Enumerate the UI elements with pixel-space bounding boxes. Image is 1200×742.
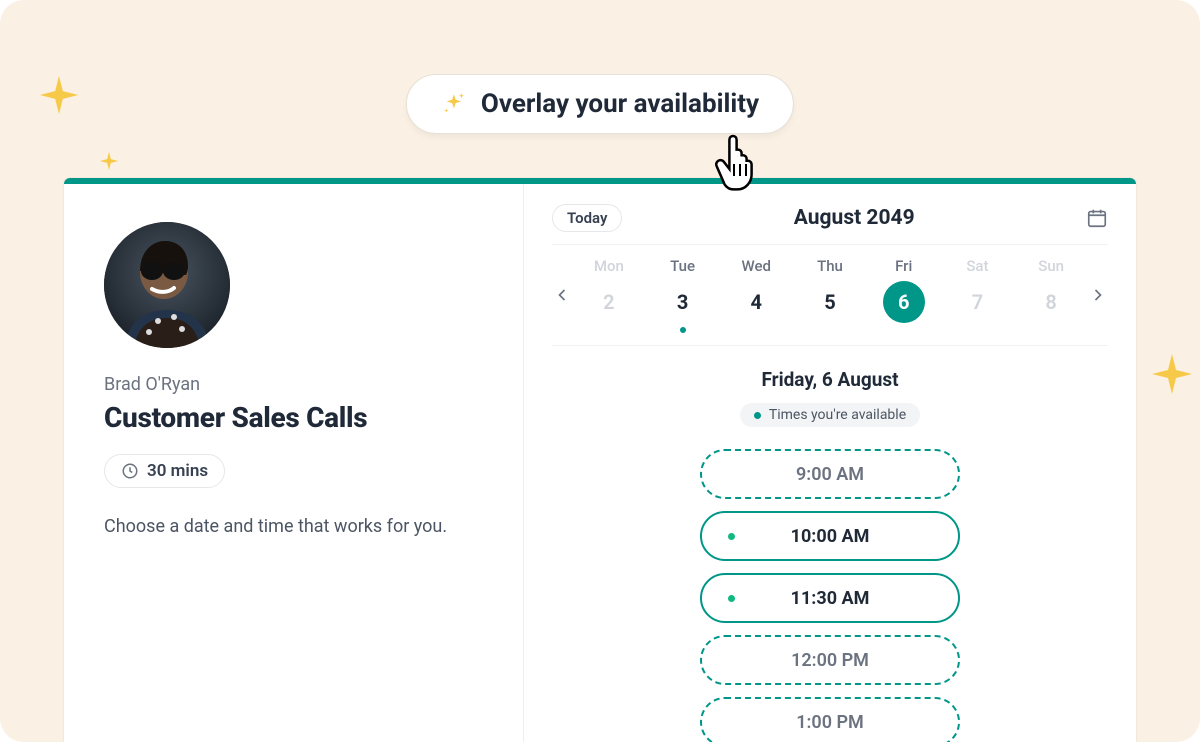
timeslot-label: 11:30 AM bbox=[791, 588, 870, 609]
calendar-header: Today August 2049 bbox=[552, 204, 1108, 245]
calendar-day-weekday: Tue bbox=[646, 257, 720, 275]
calendar-day-number: 4 bbox=[735, 281, 777, 323]
sparkles-icon bbox=[441, 91, 467, 117]
calendar-day[interactable]: Fri 6 bbox=[867, 257, 941, 333]
clock-icon bbox=[121, 462, 139, 480]
calendar-day-number: 3 bbox=[662, 281, 704, 323]
timeslot-list: 9:00 AM 10:00 AM 11:30 AM 12:00 PM 1:00 PM bbox=[552, 449, 1108, 742]
duration-chip: 30 mins bbox=[104, 454, 225, 488]
host-name: Brad O'Ryan bbox=[104, 374, 495, 395]
calendar-day-number: 8 bbox=[1030, 281, 1072, 323]
timeslot[interactable]: 9:00 AM bbox=[700, 449, 960, 499]
duration-label: 30 mins bbox=[147, 461, 208, 481]
timeslot[interactable]: 12:00 PM bbox=[700, 635, 960, 685]
calendar-icon[interactable] bbox=[1086, 207, 1108, 229]
week-strip: Mon 2 Tue 3 Wed 4 Thu 5 Fri 6 Sat 7 Sun 8 bbox=[552, 257, 1108, 346]
calendar-day[interactable]: Tue 3 bbox=[646, 257, 720, 333]
booking-description: Choose a date and time that works for yo… bbox=[104, 516, 495, 537]
timeslot-label: 9:00 AM bbox=[796, 464, 864, 485]
next-week-button[interactable] bbox=[1088, 285, 1108, 305]
timeslot[interactable]: 1:00 PM bbox=[700, 697, 960, 742]
calendar-day-number: 7 bbox=[956, 281, 998, 323]
calendar-day[interactable]: Wed 4 bbox=[719, 257, 793, 333]
calendar-day: Sat 7 bbox=[941, 257, 1015, 333]
pointer-cursor-icon bbox=[713, 128, 763, 192]
sparkle-icon bbox=[98, 150, 120, 172]
calendar-day-number: 6 bbox=[883, 281, 925, 323]
available-dot-icon bbox=[728, 595, 735, 602]
today-button[interactable]: Today bbox=[552, 204, 622, 232]
calendar-day-number: 2 bbox=[588, 281, 630, 323]
timeslot-label: 10:00 AM bbox=[791, 526, 870, 547]
prev-week-button[interactable] bbox=[552, 285, 572, 305]
overlay-availability-label: Overlay your availability bbox=[481, 89, 759, 119]
calendar-day: Mon 2 bbox=[572, 257, 646, 333]
calendar-day: Sun 8 bbox=[1014, 257, 1088, 333]
calendar-day-weekday: Thu bbox=[793, 257, 867, 275]
timeslot[interactable]: 10:00 AM bbox=[700, 511, 960, 561]
sparkle-icon bbox=[36, 72, 82, 118]
booking-info-panel: Brad O'Ryan Customer Sales Calls 30 mins… bbox=[64, 184, 524, 742]
today-dot-icon bbox=[680, 327, 686, 333]
calendar-month-label: August 2049 bbox=[622, 206, 1086, 230]
calendar-day-weekday: Sat bbox=[941, 257, 1015, 275]
available-dot-icon bbox=[728, 533, 735, 540]
timeslot-label: 1:00 PM bbox=[796, 712, 864, 733]
page-canvas: Overlay your availability bbox=[0, 0, 1200, 742]
calendar-day-number: 5 bbox=[809, 281, 851, 323]
booking-page-title: Customer Sales Calls bbox=[104, 401, 495, 434]
booking-card: Brad O'Ryan Customer Sales Calls 30 mins… bbox=[64, 178, 1136, 742]
availability-dot-icon bbox=[754, 412, 761, 419]
calendar-day-weekday: Mon bbox=[572, 257, 646, 275]
calendar-day-weekday: Wed bbox=[719, 257, 793, 275]
timeslot-label: 12:00 PM bbox=[791, 650, 869, 671]
sparkle-icon bbox=[1148, 350, 1196, 398]
calendar-day[interactable]: Thu 5 bbox=[793, 257, 867, 333]
timeslot[interactable]: 11:30 AM bbox=[700, 573, 960, 623]
calendar-panel: Today August 2049 Mon 2 Tue 3 Wed 4 Thu 5 Fri 6 Sa… bbox=[524, 184, 1136, 742]
host-avatar bbox=[104, 222, 230, 348]
calendar-day-weekday: Sun bbox=[1014, 257, 1088, 275]
calendar-day-weekday: Fri bbox=[867, 257, 941, 275]
availability-legend-label: Times you're available bbox=[769, 407, 906, 423]
selected-date-label: Friday, 6 August bbox=[552, 368, 1108, 391]
overlay-availability-button[interactable]: Overlay your availability bbox=[406, 74, 794, 134]
availability-legend: Times you're available bbox=[740, 403, 920, 427]
